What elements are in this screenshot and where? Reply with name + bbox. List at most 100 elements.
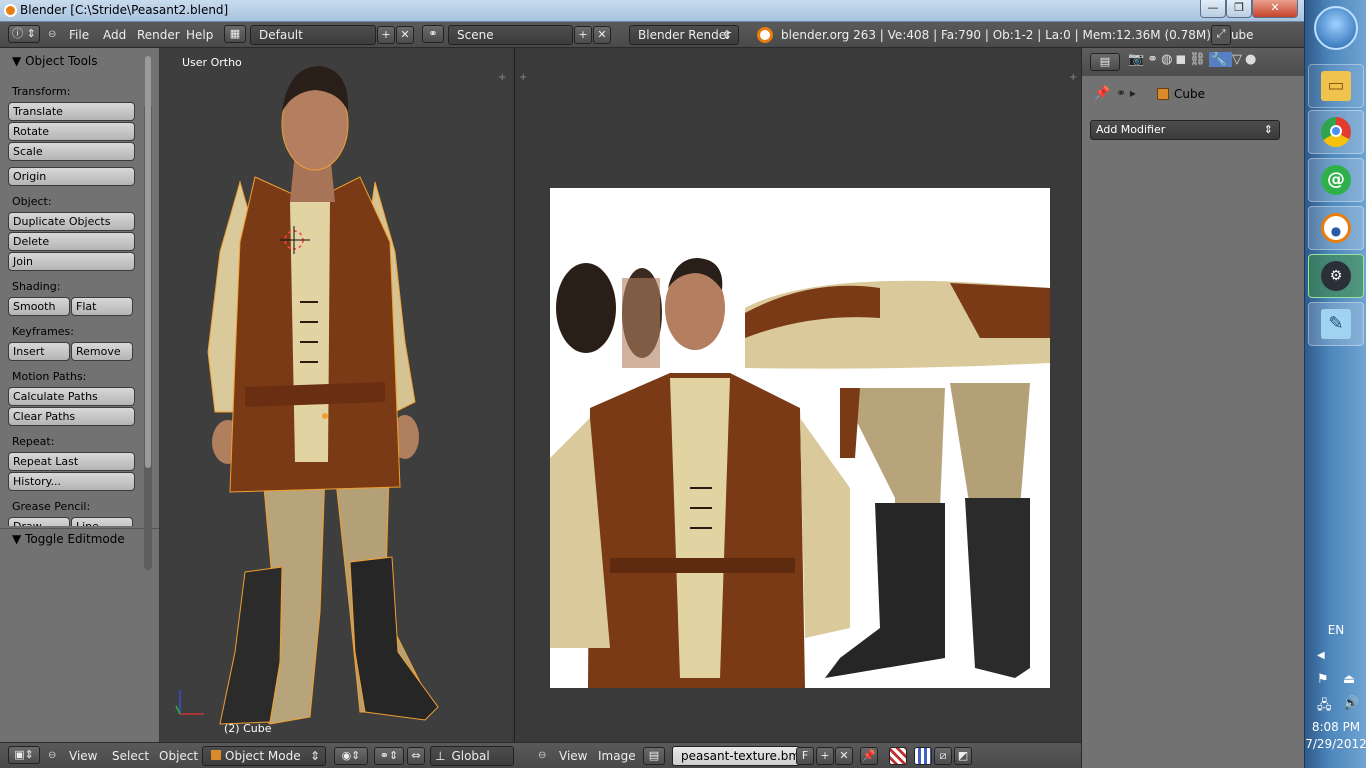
pin-icon[interactable]: 📌: [1094, 86, 1110, 101]
axis-gizmo-icon: [175, 690, 204, 715]
world-tab-icon[interactable]: ◍: [1161, 52, 1175, 67]
face-select-icon[interactable]: ◩: [954, 747, 972, 765]
taskbar-steam[interactable]: ⚙: [1308, 254, 1364, 298]
scene-context-icon: ⚭ ▸: [1116, 86, 1136, 100]
dropdown-arrows-icon: ⇕: [1263, 123, 1273, 136]
screen-layout-field[interactable]: Default: [250, 25, 376, 45]
modifiers-tab-icon[interactable]: 🔧: [1208, 52, 1232, 67]
vertex-select-icon[interactable]: [914, 747, 932, 765]
uv-image-editor[interactable]: + +: [514, 48, 1080, 742]
show-hidden-icons-icon[interactable]: ◀: [1317, 650, 1325, 661]
safely-remove-icon[interactable]: ⏏: [1343, 672, 1355, 687]
join-button[interactable]: Join: [8, 252, 135, 271]
clock-date[interactable]: 7/29/2012: [1305, 737, 1366, 751]
remove-keyframe-button[interactable]: Remove: [71, 342, 133, 361]
volume-icon[interactable]: 🔊: [1343, 696, 1359, 711]
pin-image-icon[interactable]: 📌: [860, 747, 878, 765]
edge-select-icon[interactable]: ⧄: [934, 747, 952, 765]
peasant-model[interactable]: [200, 52, 450, 732]
collapse-menu-icon[interactable]: ⊖: [48, 29, 56, 40]
new-image-icon[interactable]: +: [816, 747, 834, 765]
taskbar-chrome[interactable]: [1308, 110, 1364, 154]
action-center-flag-icon[interactable]: ⚑: [1317, 672, 1329, 687]
taskbar-blender[interactable]: ●: [1308, 206, 1364, 250]
close-button[interactable]: ✕: [1252, 0, 1298, 18]
add-modifier-dropdown[interactable]: Add Modifier ⇕: [1090, 120, 1280, 140]
repeat-last-button[interactable]: Repeat Last: [8, 452, 135, 471]
network-icon[interactable]: 🖧: [1317, 696, 1332, 718]
start-orb-icon[interactable]: [1314, 6, 1358, 50]
editor-type-properties-icon[interactable]: ▤: [1090, 53, 1120, 71]
viewport-shading-icon[interactable]: ◉⇕: [334, 747, 368, 765]
image-name-field[interactable]: peasant-texture.bmp: [672, 746, 800, 766]
object-tools-panel-header[interactable]: ▼ Object Tools: [12, 54, 98, 68]
delete-button[interactable]: Delete: [8, 232, 135, 251]
origin-button[interactable]: Origin: [8, 167, 135, 186]
menu-render[interactable]: Render: [137, 28, 180, 42]
minimize-button[interactable]: —: [1200, 0, 1226, 18]
editor-type-3dview-icon[interactable]: ▣⇕: [8, 746, 40, 764]
menu-object[interactable]: Object: [159, 749, 198, 763]
transform-orientation-dropdown[interactable]: ⊥ Global: [430, 746, 514, 766]
uv-sync-icon[interactable]: [889, 747, 907, 765]
constraints-tab-icon[interactable]: ⛓: [1189, 52, 1209, 67]
menu-file[interactable]: File: [69, 28, 89, 42]
add-scene-icon[interactable]: +: [574, 26, 592, 44]
smooth-button[interactable]: Smooth: [8, 297, 70, 316]
manipulator-icon[interactable]: ⇔: [407, 747, 425, 765]
translate-button[interactable]: Translate: [8, 102, 135, 121]
object-tab-icon[interactable]: ◼: [1175, 52, 1189, 67]
taskbar-file-explorer[interactable]: ▭: [1308, 64, 1364, 108]
taskbar-notepad[interactable]: ✎: [1308, 302, 1364, 346]
area-split-corner-icon[interactable]: +: [498, 72, 506, 83]
maximize-button[interactable]: ❐: [1226, 0, 1252, 18]
pivot-point-icon[interactable]: ⚭⇕: [374, 747, 404, 765]
screen-layout-icon[interactable]: ▦: [224, 25, 246, 43]
scale-button[interactable]: Scale: [8, 142, 135, 161]
collapse-menu-icon[interactable]: ⊖: [48, 750, 56, 761]
clock-time[interactable]: 8:08 PM: [1305, 720, 1366, 734]
insert-keyframe-button[interactable]: Insert: [8, 342, 70, 361]
scene-field[interactable]: Scene: [448, 25, 573, 45]
area-split-corner-icon[interactable]: +: [519, 72, 527, 83]
remove-scene-icon[interactable]: ✕: [593, 26, 611, 44]
duplicate-objects-button[interactable]: Duplicate Objects: [8, 212, 135, 231]
fake-user-button[interactable]: F: [796, 747, 814, 765]
render-engine-dropdown[interactable]: Blender Render ⇕: [629, 25, 739, 45]
menu-view[interactable]: View: [69, 749, 97, 763]
unlink-image-icon[interactable]: ✕: [835, 747, 853, 765]
menu-image[interactable]: Image: [598, 749, 636, 763]
clear-paths-button[interactable]: Clear Paths: [8, 407, 135, 426]
menu-view[interactable]: View: [559, 749, 587, 763]
remove-screen-icon[interactable]: ✕: [396, 26, 414, 44]
menu-select[interactable]: Select: [112, 749, 149, 763]
add-screen-icon[interactable]: +: [377, 26, 395, 44]
taskbar-mail-agent[interactable]: @: [1308, 158, 1364, 202]
flat-button[interactable]: Flat: [71, 297, 133, 316]
3d-viewport[interactable]: User Ortho + (2) Cube: [160, 48, 512, 742]
fullscreen-toggle-icon[interactable]: ⤢: [1211, 25, 1231, 45]
material-tab-icon[interactable]: ●: [1245, 52, 1259, 67]
scene-icon[interactable]: ⚭: [422, 25, 444, 43]
editor-type-info-icon[interactable]: ⓘ ⇕: [8, 25, 40, 43]
toolshelf-scroll-thumb[interactable]: [145, 56, 151, 468]
language-indicator[interactable]: EN: [1305, 623, 1366, 637]
info-header: ⓘ ⇕ ⊖ File Add Render Help ▦ Default + ✕…: [0, 22, 1304, 48]
line-button[interactable]: Line: [71, 517, 133, 526]
draw-button[interactable]: Draw: [8, 517, 70, 526]
rotate-button[interactable]: Rotate: [8, 122, 135, 141]
data-tab-icon[interactable]: ▽: [1232, 52, 1245, 67]
keyframes-section-label: Keyframes:: [12, 325, 74, 338]
menu-help[interactable]: Help: [186, 28, 213, 42]
toggle-editmode-panel-header[interactable]: ▼ Toggle Editmode: [12, 532, 125, 546]
image-browse-icon[interactable]: ▤: [643, 747, 665, 765]
collapse-menu-icon[interactable]: ⊖: [538, 750, 546, 761]
history-button[interactable]: History...: [8, 472, 135, 491]
calculate-paths-button[interactable]: Calculate Paths: [8, 387, 135, 406]
object-mode-dropdown[interactable]: Object Mode ⇕: [202, 746, 326, 766]
peasant-texture-image[interactable]: [550, 188, 1050, 688]
area-split-corner-icon[interactable]: +: [1069, 72, 1077, 83]
menu-add[interactable]: Add: [103, 28, 126, 42]
render-tab-icon[interactable]: 📷: [1128, 52, 1147, 67]
scene-tab-icon[interactable]: ⚭: [1147, 52, 1161, 67]
